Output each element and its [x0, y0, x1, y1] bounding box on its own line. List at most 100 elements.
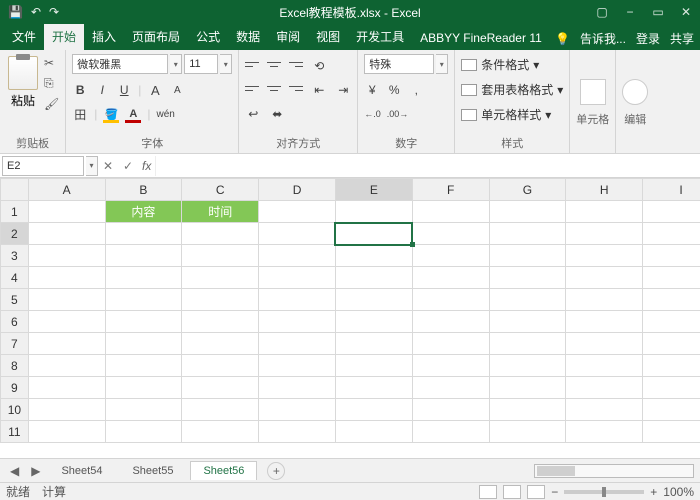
sheet-nav-next[interactable]: ▶	[27, 464, 44, 478]
name-box[interactable]: E2	[2, 156, 84, 176]
indent-dec-icon[interactable]: ⇤	[311, 82, 327, 98]
border-button[interactable]: 田	[72, 106, 88, 122]
sheet-tab-active[interactable]: Sheet56	[190, 461, 257, 480]
inc-decimal-button[interactable]: ←.0	[364, 106, 381, 122]
dec-decimal-button[interactable]: .00→	[387, 106, 409, 122]
tab-review[interactable]: 审阅	[268, 24, 308, 50]
col-header[interactable]: G	[489, 179, 566, 201]
row-header[interactable]: 1	[1, 201, 29, 223]
align-bottom-icon[interactable]	[289, 60, 303, 72]
horizontal-scrollbar[interactable]	[534, 464, 694, 478]
row-header[interactable]: 9	[1, 377, 29, 399]
tab-layout[interactable]: 页面布局	[124, 24, 188, 50]
cancel-formula-icon[interactable]: ✕	[98, 159, 118, 173]
phonetic-button[interactable]: wén	[156, 106, 174, 122]
row-header[interactable]: 6	[1, 311, 29, 333]
italic-button[interactable]: I	[94, 82, 110, 98]
comma-button[interactable]: ,	[408, 82, 424, 98]
row-header[interactable]: 5	[1, 289, 29, 311]
maximize-icon[interactable]: ▭	[644, 0, 672, 24]
zoom-in-button[interactable]: +	[650, 485, 657, 499]
align-middle-icon[interactable]	[267, 60, 281, 72]
underline-button[interactable]: U	[116, 82, 132, 98]
font-name-drop[interactable]: ▾	[170, 54, 182, 74]
bold-button[interactable]: B	[72, 82, 88, 98]
grid[interactable]: A B C D E F G H I 1内容时间 2 3 4 5 6 7 8 9 …	[0, 178, 700, 443]
fill-color-button[interactable]: 🪣	[103, 106, 119, 122]
wrap-text-icon[interactable]: ↩	[245, 106, 261, 122]
currency-button[interactable]: ¥	[364, 82, 380, 98]
merge-icon[interactable]: ⬌	[269, 106, 285, 122]
row-header[interactable]: 2	[1, 223, 29, 245]
paste-button[interactable]: 粘贴	[6, 54, 40, 111]
tab-home[interactable]: 开始	[44, 24, 84, 50]
tab-abbyy[interactable]: ABBYY FineReader 11	[412, 27, 550, 50]
name-box-drop[interactable]: ▾	[86, 156, 98, 176]
close-icon[interactable]: ✕	[672, 0, 700, 24]
col-header[interactable]: D	[259, 179, 336, 201]
active-cell[interactable]	[335, 223, 412, 245]
sheet-tab[interactable]: Sheet55	[119, 461, 186, 480]
font-color-button[interactable]: A	[125, 106, 141, 122]
fx-label[interactable]: fx	[138, 159, 155, 173]
tab-data[interactable]: 数据	[228, 24, 268, 50]
font-size-combo[interactable]: 11	[184, 54, 218, 74]
tab-dev[interactable]: 开发工具	[348, 24, 412, 50]
zoom-slider[interactable]	[564, 490, 644, 494]
col-header[interactable]: B	[105, 179, 182, 201]
redo-icon[interactable]: ↷	[49, 5, 59, 19]
signin-link[interactable]: 登录	[636, 30, 660, 47]
row-header[interactable]: 8	[1, 355, 29, 377]
tab-formula[interactable]: 公式	[188, 24, 228, 50]
align-left-icon[interactable]	[245, 84, 259, 96]
conditional-format-button[interactable]: 条件格式▾	[461, 56, 539, 73]
col-header[interactable]: A	[28, 179, 105, 201]
sheet-nav-prev[interactable]: ◀	[6, 464, 23, 478]
zoom-level[interactable]: 100%	[663, 485, 694, 499]
font-size-drop[interactable]: ▾	[220, 54, 232, 74]
indent-inc-icon[interactable]: ⇥	[335, 82, 351, 98]
minimize-icon[interactable]: −	[616, 0, 644, 24]
number-format-combo[interactable]: 特殊	[364, 54, 434, 74]
row-header[interactable]: 11	[1, 421, 29, 443]
row-header[interactable]: 10	[1, 399, 29, 421]
cut-icon[interactable]: ✂	[44, 56, 59, 70]
new-sheet-button[interactable]: +	[267, 462, 285, 480]
row-header[interactable]: 7	[1, 333, 29, 355]
copy-icon[interactable]: ⎘	[44, 76, 59, 91]
save-icon[interactable]: 💾	[8, 5, 23, 19]
format-painter-icon[interactable]: 🖌	[44, 97, 59, 111]
align-center-icon[interactable]	[267, 84, 281, 96]
font-name-combo[interactable]: 微软雅黑	[72, 54, 168, 74]
tab-view[interactable]: 视图	[308, 24, 348, 50]
insert-cells-icon[interactable]	[580, 79, 606, 105]
orientation-icon[interactable]: ⟲	[311, 58, 327, 74]
align-right-icon[interactable]	[289, 84, 303, 96]
cell-style-button[interactable]: 单元格样式▾	[461, 106, 551, 123]
tellme-input[interactable]: 告诉我...	[580, 30, 626, 47]
col-header[interactable]: F	[412, 179, 489, 201]
table-format-button[interactable]: 套用表格格式▾	[461, 81, 563, 98]
align-top-icon[interactable]	[245, 60, 259, 72]
normal-view-icon[interactable]	[479, 485, 497, 499]
col-header[interactable]: I	[643, 179, 700, 201]
undo-icon[interactable]: ↶	[31, 5, 41, 19]
percent-button[interactable]: %	[386, 82, 402, 98]
row-header[interactable]: 3	[1, 245, 29, 267]
sheet-tab[interactable]: Sheet54	[48, 461, 115, 480]
accept-formula-icon[interactable]: ✓	[118, 159, 138, 173]
share-button[interactable]: 共享	[670, 30, 694, 47]
grow-font-button[interactable]: A	[147, 82, 163, 98]
page-break-view-icon[interactable]	[527, 485, 545, 499]
formula-input[interactable]	[155, 156, 700, 176]
cell[interactable]: 内容	[105, 201, 182, 223]
col-header[interactable]: E	[335, 179, 412, 201]
find-icon[interactable]	[622, 79, 648, 105]
ribbon-options-icon[interactable]: ▢	[588, 0, 616, 24]
zoom-out-button[interactable]: −	[551, 485, 558, 499]
number-format-drop[interactable]: ▾	[436, 54, 448, 74]
col-header[interactable]: H	[566, 179, 643, 201]
tab-file[interactable]: 文件	[4, 24, 44, 50]
cell[interactable]: 时间	[182, 201, 259, 223]
select-all-corner[interactable]	[1, 179, 29, 201]
